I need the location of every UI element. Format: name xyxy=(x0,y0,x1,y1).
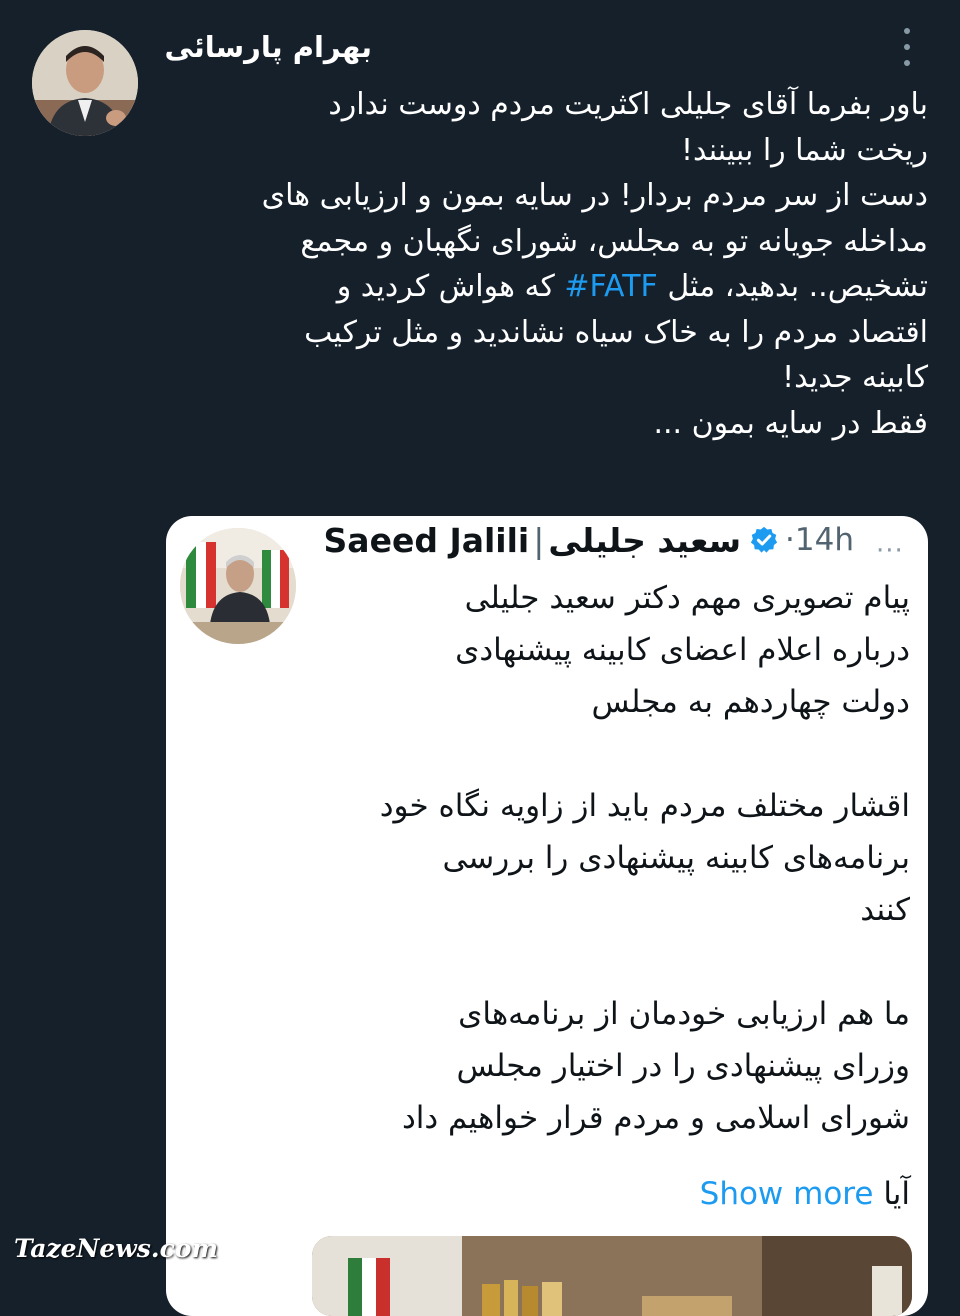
tweet-line: کابینه جدید! xyxy=(782,360,928,395)
quoted-line: شورای اسلامی و مردم قرار خواهیم داد xyxy=(401,1100,910,1136)
name-separator: | xyxy=(533,520,545,560)
media-thumbnail xyxy=(312,1236,912,1316)
avatar-photo xyxy=(32,30,138,136)
tweet-line: دست از سر مردم بردار! در سایه بمون و ارز… xyxy=(261,178,928,213)
quoted-timestamp[interactable]: ·14h xyxy=(785,522,854,558)
verified-badge-icon xyxy=(750,526,778,553)
tweet-line: ریخت شما را ببینند! xyxy=(680,132,928,168)
quoted-author-avatar[interactable] xyxy=(180,528,296,644)
quoted-line: دولت چهاردهم به مجلس xyxy=(591,684,910,720)
more-icon[interactable]: ··· xyxy=(876,536,904,566)
quoted-line: برنامه‌های کابینه پیشنهادی را بررسی xyxy=(442,840,910,876)
quoted-line: درباره اعلام اعضای کابینه پیشنهادی xyxy=(455,632,910,668)
more-vertical-icon[interactable] xyxy=(896,28,918,66)
quoted-line: ما هم ارزیابی خودمان از برنامه‌های xyxy=(458,996,910,1032)
dot xyxy=(904,44,910,50)
quoted-header: Saeed Jalili | سعید جلیلی ·14h xyxy=(324,518,854,562)
truncated-word: آیا xyxy=(883,1176,910,1212)
quoted-line: اقشار مختلف مردم باید از زاویه نگاه خود xyxy=(379,788,910,824)
tweet-text-segment: که هواش کردید و xyxy=(336,269,565,304)
quoted-line: کنند xyxy=(860,892,910,928)
watermark-logo: TazeNews.com xyxy=(14,1234,218,1263)
quoted-tweet-text: پیام تصویری مهم دکتر سعید جلیلی درباره ا… xyxy=(310,572,910,1144)
tweet-line: اقتصاد مردم را به خاک سیاه نشاندید و مثل… xyxy=(304,314,928,350)
media-preview[interactable] xyxy=(312,1236,912,1316)
quoted-line: وزرای پیشنهادی را در اختیار مجلس xyxy=(456,1048,910,1084)
quoted-name-en[interactable]: Saeed Jalili xyxy=(324,521,530,560)
quoted-line: پیام تصویری مهم دکتر سعید جلیلی xyxy=(464,580,910,616)
author-avatar[interactable] xyxy=(32,30,138,136)
show-more-link[interactable]: Show more xyxy=(700,1176,874,1212)
quoted-tweet-card[interactable]: ··· Saeed Jalili | سعید جلیلی ·14h پیام … xyxy=(166,516,928,1316)
tweet-line: باور بفرما آقای جلیلی اکثریت مردم دوست ن… xyxy=(328,87,928,122)
tweet-line: مداخله جویانه تو به مجلس، شورای نگهبان و… xyxy=(300,223,928,259)
quoted-name-fa[interactable]: سعید جلیلی xyxy=(548,521,741,560)
quoted-truncation: آیا Show more xyxy=(700,1176,910,1212)
hashtag-link[interactable]: #FATF xyxy=(564,269,657,304)
tweet-text: باور بفرما آقای جلیلی اکثریت مردم دوست ن… xyxy=(188,82,928,446)
avatar-photo xyxy=(180,528,296,644)
tweet-line: تشخیص.. بدهید، مثل #FATF که هواش کردید و xyxy=(188,264,928,310)
tweet-text-segment: تشخیص.. بدهید، مثل xyxy=(657,269,928,304)
author-name[interactable]: بهرام پارسائی xyxy=(165,30,372,64)
dot xyxy=(904,60,910,66)
tweet-line: فقط در سایه بمون ... xyxy=(653,405,928,441)
dot xyxy=(904,28,910,34)
